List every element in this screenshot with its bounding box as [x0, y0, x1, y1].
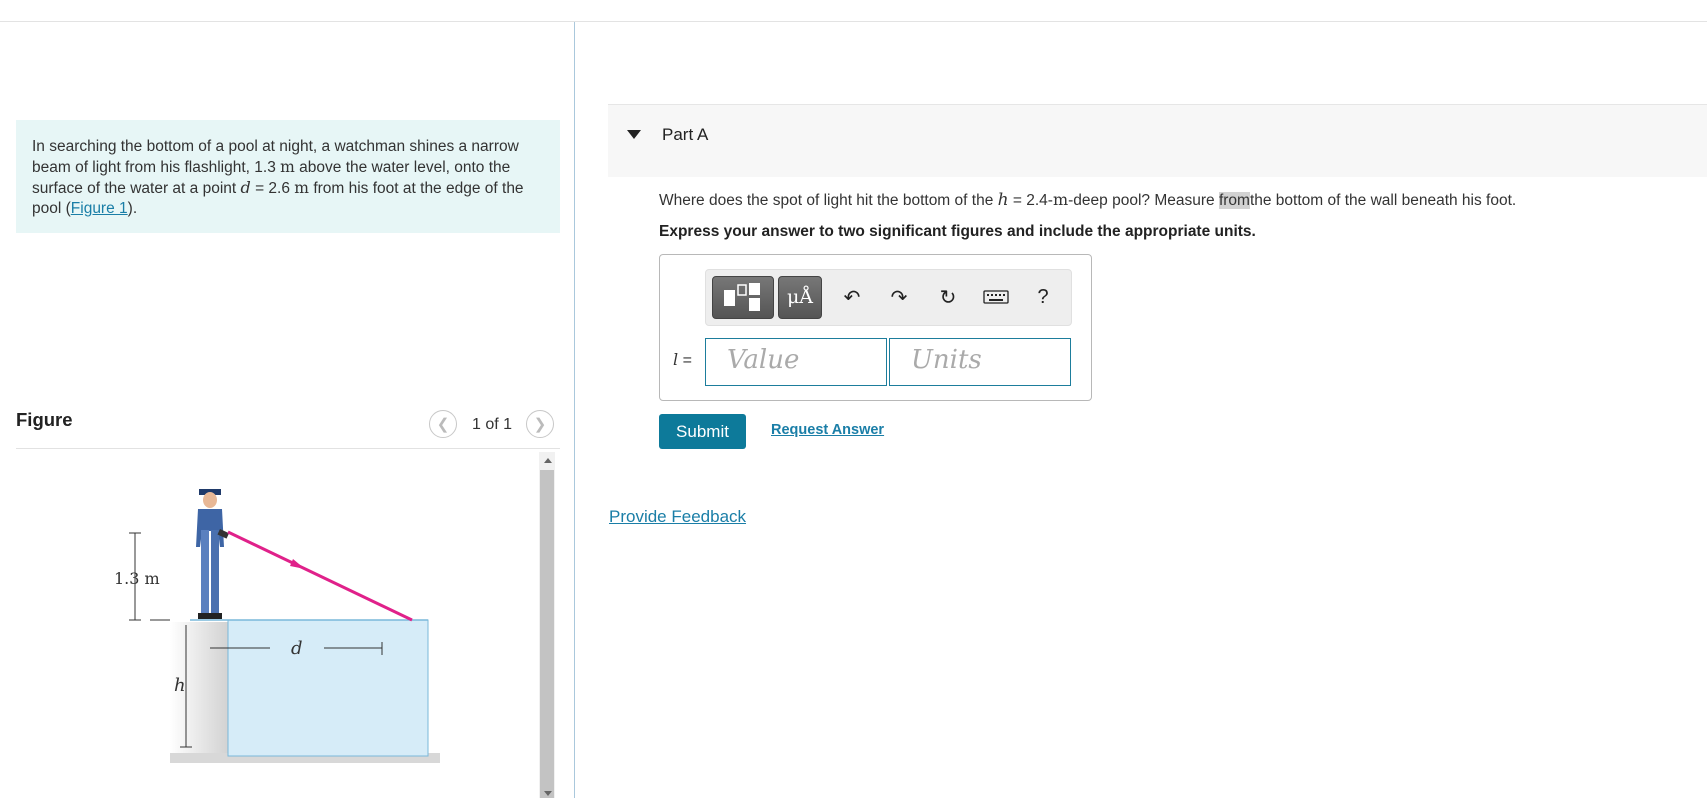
- scroll-up-icon[interactable]: [544, 458, 552, 463]
- value-input[interactable]: Value: [705, 338, 887, 386]
- unit-m: m: [1052, 190, 1069, 209]
- figure-divider: [16, 448, 560, 449]
- beam-arrow-icon: [290, 559, 305, 569]
- highlighted-word: from: [1218, 192, 1250, 209]
- undo-icon[interactable]: ↶: [839, 284, 865, 310]
- chevron-left-icon: ❮: [436, 416, 450, 433]
- problem-text-3: = 2.6: [255, 180, 290, 197]
- chevron-right-icon: ❯: [533, 416, 547, 433]
- part-a-header[interactable]: [608, 104, 1707, 177]
- top-border: [0, 21, 1707, 22]
- reset-icon[interactable]: ↻: [935, 284, 961, 310]
- figure-title: Figure: [16, 409, 73, 430]
- help-button[interactable]: ?: [1030, 284, 1056, 310]
- question-part-3: -deep pool? Measure: [1068, 192, 1215, 209]
- figure-pager: 1 of 1: [472, 416, 513, 433]
- light-beam: [227, 530, 413, 622]
- submit-button[interactable]: Submit: [659, 414, 746, 449]
- question-part-1: Where does the spot of light hit the bot…: [659, 192, 994, 209]
- var-d: d: [240, 178, 251, 197]
- answer-instruction: Express your answer to two significant f…: [659, 223, 1256, 240]
- scroll-down-icon[interactable]: [544, 791, 552, 796]
- figure-link[interactable]: Figure 1: [71, 200, 128, 217]
- answer-variable: l: [673, 350, 679, 369]
- question-part-2: = 2.4-: [1012, 192, 1053, 209]
- part-title[interactable]: Part A: [662, 125, 708, 145]
- templates-button[interactable]: [712, 276, 774, 319]
- units-input[interactable]: Units: [889, 338, 1071, 386]
- question-text: Where does the spot of light hit the bot…: [659, 190, 1516, 210]
- answer-variable-label: l =: [673, 350, 692, 370]
- height-label: 1.3 m: [114, 569, 160, 588]
- column-divider: [574, 22, 575, 798]
- caret-down-icon[interactable]: [627, 130, 641, 139]
- pool-figure: 1.3 m h d: [114, 489, 440, 763]
- request-answer-link[interactable]: Request Answer: [771, 422, 884, 438]
- units-symbols-button[interactable]: μÅ: [778, 276, 822, 319]
- redo-icon[interactable]: ↷: [886, 284, 912, 310]
- distance-label: d: [291, 638, 303, 659]
- problem-text-5: ).: [127, 200, 138, 217]
- question-part-4: the bottom of the wall beneath his foot.: [1249, 192, 1517, 209]
- watchman-figure: [196, 489, 230, 619]
- prev-figure-button[interactable]: ❮: [429, 410, 457, 438]
- depth-label: h: [174, 675, 186, 696]
- var-h: h: [997, 190, 1009, 210]
- problem-statement: In searching the bottom of a pool at nig…: [16, 120, 560, 233]
- unit-m: m: [294, 179, 309, 197]
- scrollbar-thumb[interactable]: [540, 470, 554, 798]
- templates-icon: [724, 283, 760, 311]
- water: [227, 619, 429, 757]
- keyboard-icon[interactable]: [982, 284, 1010, 310]
- equals-sign: =: [682, 352, 692, 369]
- next-figure-button[interactable]: ❯: [526, 410, 554, 438]
- unit-m: m: [280, 158, 295, 176]
- provide-feedback-link[interactable]: Provide Feedback: [609, 507, 746, 527]
